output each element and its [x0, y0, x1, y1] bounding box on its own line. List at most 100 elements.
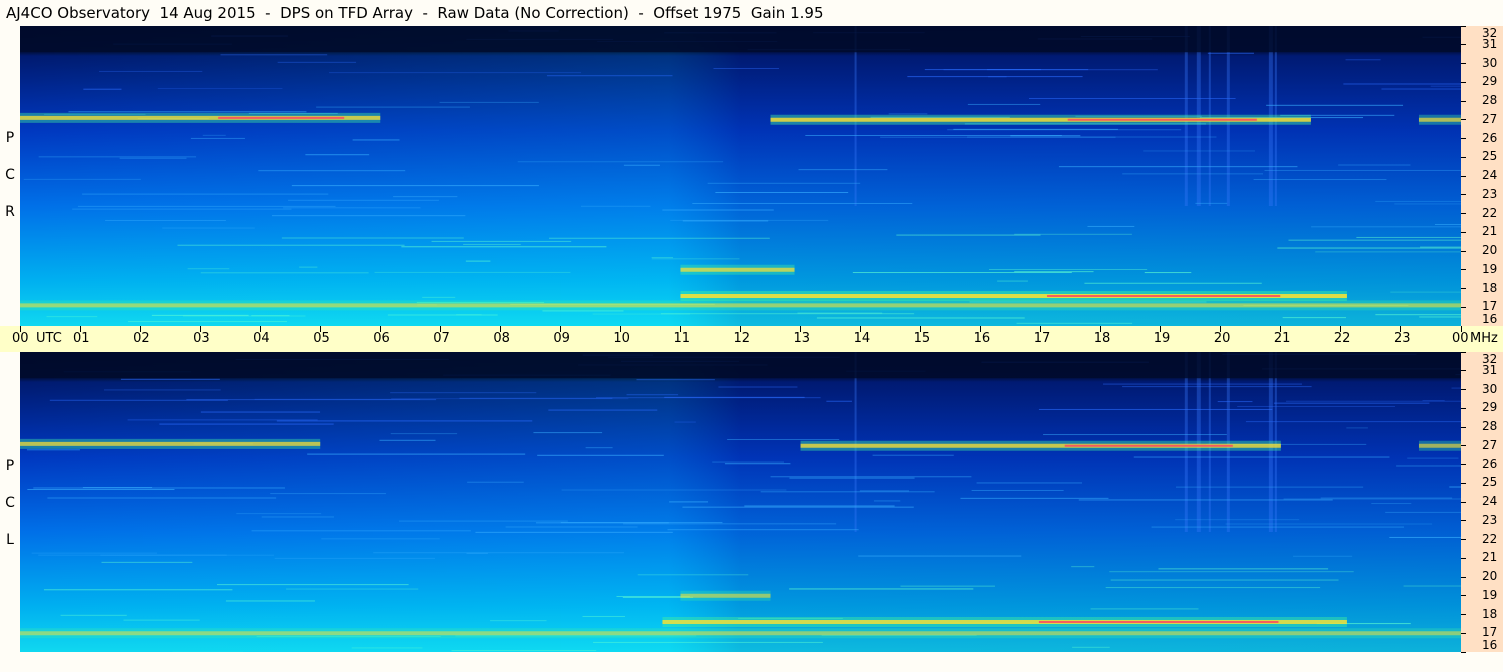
rcp-noise-streak	[1195, 202, 1228, 204]
lcp-noise-streak	[548, 409, 658, 411]
lcp-freq-tick-mark	[1461, 614, 1466, 615]
rcp-noise-streak	[715, 192, 849, 194]
lcp-noise-streak	[1407, 457, 1459, 459]
lcp-noise-streak	[466, 552, 488, 554]
utc-tick-label: 18	[1093, 331, 1111, 346]
lcp-noise-streak	[667, 529, 859, 531]
rcp-freq-tick-label: 29	[1482, 74, 1498, 89]
rcp-shading	[20, 26, 1461, 326]
lcp-noise-streak	[351, 647, 423, 649]
lcp-freq-tick-label: 21	[1482, 550, 1498, 565]
lcp-noise-streak	[1122, 386, 1312, 388]
rcp-noise-streak	[988, 268, 1148, 270]
lcp-noise-streak	[47, 497, 277, 499]
rcp-noise-streak	[82, 193, 329, 195]
lcp-noise-streak	[636, 379, 715, 381]
lcp-noise-streak	[1385, 511, 1461, 513]
lcp-noise-streak	[1273, 402, 1430, 404]
utc-unit-label: UTC	[36, 331, 62, 346]
rcp-noise-streak	[1343, 83, 1461, 85]
lcp-freq-tick-label: 23	[1482, 512, 1498, 527]
lcp-freq-tick-label: 28	[1482, 419, 1498, 433]
lcp-noise-streak	[789, 477, 915, 479]
rcp-noise-streak	[329, 72, 582, 74]
lcp-freq-tick-mark	[1461, 651, 1466, 653]
lcp-noise-streak	[1110, 579, 1339, 581]
rcp-freq-tick-mark	[1461, 269, 1466, 271]
utc-time-axis: 00 01 02 03 04 05 06 07 08 09 10 11 12 13 14 15 16 17 18 19…	[0, 326, 1503, 352]
rcp-freq-tick-label: 20	[1482, 243, 1498, 257]
rcp-freq-tick-label: 21	[1482, 224, 1498, 239]
rcp-freq-tick-mark	[1461, 100, 1466, 102]
lcp-band-core-4	[680, 593, 771, 598]
lcp-noise-streak	[286, 588, 419, 590]
rcp-noise-streak	[374, 271, 571, 273]
lcp-noise-streak	[1038, 408, 1273, 410]
lcp-noise-streak	[1103, 383, 1302, 385]
utc-tick-label: 09	[553, 331, 570, 346]
rcp-noise-streak	[967, 136, 1217, 138]
rcp-label: P C R	[0, 120, 20, 231]
rcp-noise-streak	[99, 70, 203, 72]
utc-tick-label: 05	[313, 331, 330, 346]
rcp-freq-tick-label: 25	[1482, 149, 1498, 164]
utc-tick-label: 11	[673, 331, 690, 346]
lcp-noise-streak	[60, 614, 127, 616]
rcp-noise-streak	[1356, 236, 1461, 238]
lcp-noise-streak	[1320, 497, 1453, 499]
lcp-noise-streak	[1371, 503, 1412, 505]
rcp-freq-tick-mark	[1461, 119, 1466, 121]
lcp-noise-streak	[682, 506, 914, 508]
lcp-noise-streak	[31, 552, 158, 554]
rcp-noise-streak	[997, 280, 1028, 282]
lcp-noise-streak	[858, 555, 1022, 557]
rcp-noise-streak	[1315, 251, 1461, 253]
lcp-noise-streak	[1072, 646, 1110, 648]
rcp-noise-streak	[456, 314, 482, 316]
lcp-noise-streak	[467, 481, 524, 483]
lcp-noise-streak	[760, 491, 935, 493]
rcp-noise-streak	[46, 316, 98, 318]
rcp-freq-tick-mark	[1461, 288, 1466, 289]
lcp-noise-streak	[33, 487, 285, 489]
lcp-freq-tick-mark	[1461, 407, 1466, 409]
rcp-noise-streak	[463, 243, 521, 245]
utc-tick-label: 12	[733, 331, 751, 346]
rcp-noise-streak	[77, 205, 336, 207]
rcp-noise-streak	[251, 315, 290, 317]
rcp-label-letter-0: P	[5, 130, 15, 146]
rcp-noise-streak	[177, 244, 405, 246]
rcp-freq-tick-label: 24	[1482, 168, 1498, 182]
lcp-freq-tick-mark	[1461, 632, 1466, 634]
lcp-noise-streak	[200, 411, 321, 413]
utc-tick-label: 23	[1393, 331, 1411, 346]
lcp-spectrogram-svg	[20, 352, 1461, 652]
utc-tick-label: 16	[973, 331, 991, 346]
rcp-band-peak-3	[1047, 295, 1281, 297]
lcp-noise-streak	[27, 489, 175, 491]
lcp-noise-streak	[1293, 555, 1353, 557]
lcp-noise-streak	[533, 432, 603, 434]
lcp-noise-streak	[976, 482, 1083, 484]
lcp-noise-streak	[26, 449, 80, 451]
rcp-noise-streak	[1266, 104, 1404, 106]
rcp-noise-streak	[1434, 223, 1461, 225]
lcp-freq-tick-mark	[1461, 370, 1466, 372]
lcp-freq-tick-mark	[1461, 539, 1466, 540]
lcp-noise-streak	[770, 476, 972, 478]
rcp-noise-streak	[105, 219, 226, 221]
lcp-freq-tick-mark	[1461, 464, 1466, 465]
rcp-noise-streak	[651, 258, 740, 260]
lcp-freq-tick-mark	[1461, 557, 1466, 559]
rcp-freq-tick-mark	[1461, 175, 1466, 177]
lcp-noise-streak	[971, 489, 1064, 491]
lcp-noise-streak	[712, 461, 785, 463]
rcp-spectrogram-svg	[20, 26, 1461, 326]
rcp-noise-streak	[816, 317, 1025, 319]
rcp-band-core-4	[680, 267, 795, 272]
rcp-band-peak-1	[1067, 118, 1257, 121]
lcp-noise-streak	[1158, 568, 1329, 570]
rcp-noise-streak	[1420, 246, 1461, 248]
rcp-noise-streak	[202, 134, 226, 136]
rcp-label-letter-2: R	[5, 204, 15, 220]
